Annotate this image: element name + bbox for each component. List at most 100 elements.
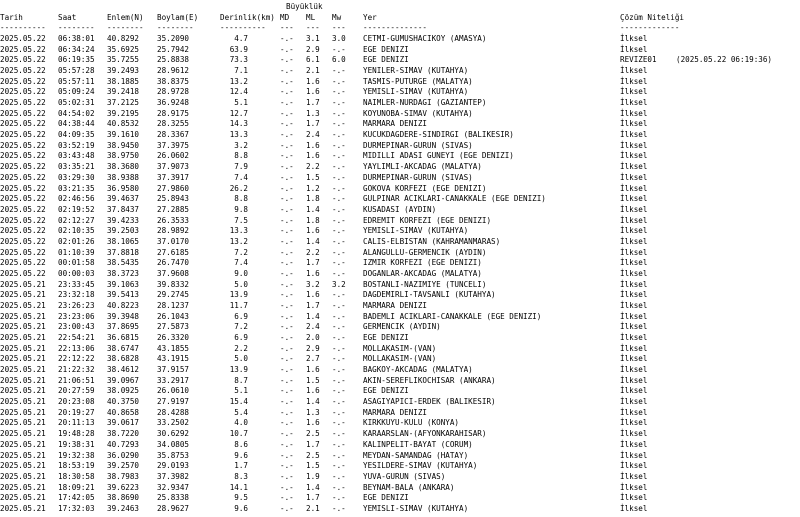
row-depth: 5.0 [234,354,248,364]
row-md: -.- [280,301,294,310]
row-ml: 2.9 [306,343,320,353]
row-ml: 1.5 [306,461,320,471]
row-quality: İlksel [620,482,648,492]
row-depth: 8.8 [234,151,248,161]
row-md: -.- [280,66,294,76]
row-depth: 14.3 [229,119,248,129]
row-md: -.- [280,226,294,236]
row-mw: -.- [332,482,346,492]
row-depth: 2.2 [234,343,248,353]
row-ml: 1.3 [306,108,320,118]
row-location: YUVA-GURUN (SIVAS) [363,471,446,481]
row-mw: -.- [332,397,346,407]
row-md: -.- [280,279,294,289]
table-row: 2025.05.22 05:57:28 39.2493 28.9612 7.1 -.- 2.… [0,65,800,76]
row-mw: -.- [332,450,346,460]
row-ml: 1.6 [306,268,320,278]
row-md: -.- [280,162,294,172]
row-ml: 1.7 [306,258,320,268]
table-row: 2025.05.21 17:42:05 38.8690 25.8338 9.5 -.- 1.… [0,492,800,503]
row-ml: 1.6 [306,226,320,236]
row-location: CETMI-GUMUSHACIKOY (AMASYA) [363,34,487,43]
row-location: EGE DENIZI [363,333,409,343]
row-md: -.- [280,482,294,492]
row-mw: -.- [332,439,346,449]
row-ml: 1.4 [306,397,320,407]
row-depth: 12.7 [229,108,248,118]
row-md: -.- [280,429,294,439]
row-revision: (2025.05.22 06:19:36) [676,55,773,65]
row-quality: İlksel [620,290,648,300]
row-ml: 1.5 [306,172,320,182]
row-md: -.- [280,450,294,460]
row-ml: 1.7 [306,98,320,108]
row-mw: -.- [332,183,346,193]
row-location: BEYNAM-BALA (ANKARA) [363,482,455,492]
row-quality: İlksel [620,226,648,236]
row-mw: -.- [332,194,346,204]
table-row: 2025.05.22 02:46:56 39.4637 25.8943 8.8 -.- 1.… [0,193,800,204]
row-location: EGE DENIZI [363,386,409,396]
row-quality: İlksel [620,365,648,375]
row-location: YENILER-SIMAV (KUTAHYA) [363,66,469,76]
row-md: -.- [280,386,294,396]
row-mw: -.- [332,247,346,257]
row-md: -.- [280,108,294,118]
row-mw: -.- [332,343,346,353]
header-separator: ---------- -------- -------- -------- --… [0,22,800,33]
row-location: DOGANLAR-AKCADAG (MALATYA) [363,268,482,278]
row-depth: 14.1 [229,482,248,492]
row-quality: İlksel [620,119,648,129]
row-mw: -.- [332,151,346,161]
row-ml: 1.7 [306,493,320,503]
row-mw: -.- [332,66,346,76]
row-location: MIDILLI ADASI GUNEYI (EGE DENIZI) [363,151,514,161]
row-ml: 1.5 [306,375,320,385]
row-depth: 6.9 [234,311,248,321]
row-md: -.- [280,471,294,481]
row-quality: İlksel [620,503,648,513]
row-location: CALIS-ELBISTAN (KAHRAMANMARAS) [363,236,501,246]
row-quality: İlksel [620,375,648,385]
row-depth: 4.7 [234,34,248,43]
row-depth: 13.9 [229,365,248,375]
row-quality: İlksel [620,418,648,428]
row-md: -.- [280,98,294,108]
row-ml: 2.0 [306,333,320,343]
row-md: -.- [280,343,294,353]
row-quality: İlksel [620,386,648,396]
row-ml: 1.8 [306,215,320,225]
table-row: 2025.05.21 22:54:21 36.6815 26.3320 6.9 -.- 2.… [0,332,800,343]
row-location: YEMISLI-SIMAV (KUTAHYA) [363,503,469,513]
row-quality: İlksel [620,162,648,172]
row-quality: İlksel [620,236,648,246]
row-md: -.- [280,130,294,140]
row-depth: 13.2 [229,76,248,86]
row-depth: 5.1 [234,386,248,396]
row-md: -.- [280,365,294,375]
table-row: 2025.05.21 21:06:51 39.0967 33.2917 8.7 -.- 1.… [0,375,800,386]
table-row: 2025.05.21 18:53:19 39.2570 29.0193 1.7 -.- 1.… [0,460,800,471]
row-md: -.- [280,439,294,449]
row-mw: -.- [332,87,346,97]
row-depth: 5.4 [234,407,248,417]
row-md: -.- [280,290,294,300]
row-depth: 13.3 [229,130,248,140]
row-mw: -.- [332,108,346,118]
row-quality: İlksel [620,333,648,343]
row-quality: İlksel [620,268,648,278]
row-ml: 1.2 [306,183,320,193]
table-row: 2025.05.22 04:09:35 39.1610 28.3367 13.3 -.- 2… [0,129,800,140]
table-row: 2025.05.21 23:33:45 39.1063 39.8332 5.0 -.- 3.… [0,279,800,290]
row-location: YEMISLI-SIMAV (KUTAHYA) [363,87,469,97]
row-location: KARAARSLAN-(AFYONKARAHISAR) [363,429,487,439]
row-mw: -.- [332,44,346,54]
magnitude-group-label: Büyüklük [286,2,323,11]
table-row: 2025.05.21 23:00:43 37.8695 27.5873 7.2 -.- 2.… [0,321,800,332]
row-quality: İlksel [620,108,648,118]
row-quality: İlksel [620,311,648,321]
row-depth: 7.5 [234,215,248,225]
row-md: -.- [280,119,294,129]
row-quality: İlksel [620,151,648,161]
row-ml: 1.6 [306,140,320,150]
